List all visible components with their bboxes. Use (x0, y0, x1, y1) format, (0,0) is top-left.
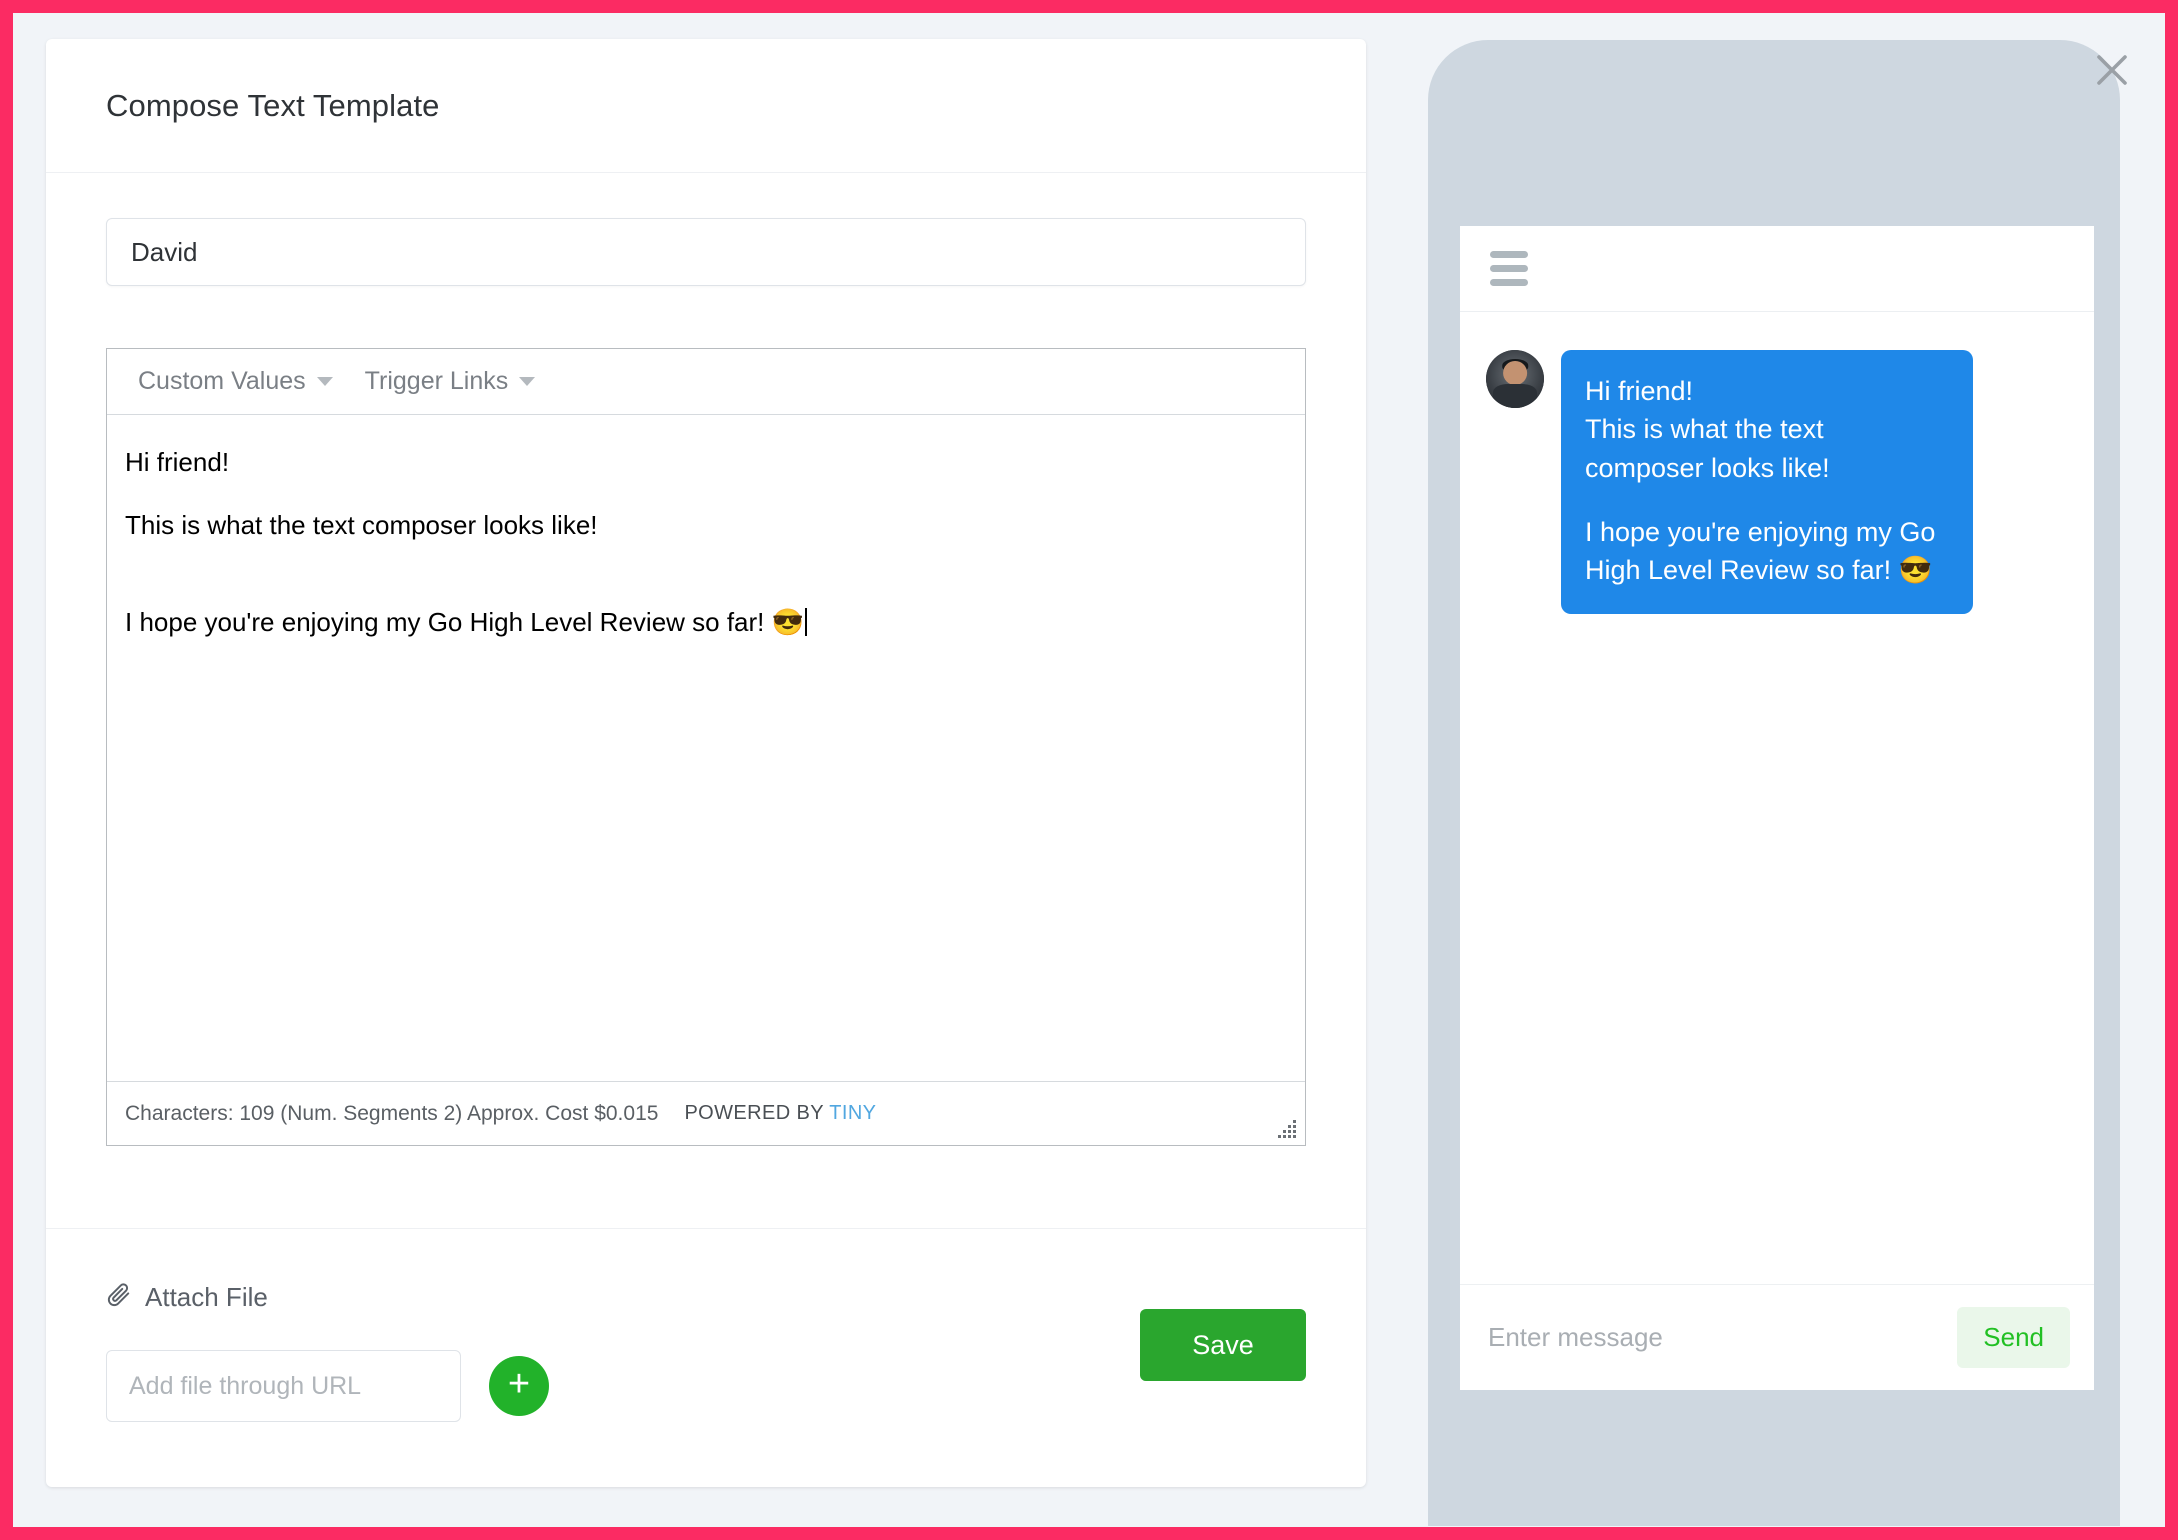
bubble-line-3: I hope you're enjoying my Go High Level … (1585, 516, 1936, 586)
message-bubble: Hi friend! This is what the text compose… (1561, 350, 1973, 614)
app-screen: Compose Text Template Custom Values Trig… (0, 0, 2178, 1540)
attach-file-label: Attach File (145, 1282, 268, 1312)
file-url-input[interactable] (106, 1350, 461, 1422)
close-icon (2093, 51, 2131, 89)
add-file-button[interactable]: + (489, 1356, 549, 1416)
custom-values-dropdown[interactable]: Custom Values (127, 363, 344, 400)
powered-by-label: POWERED BY TINY (684, 1102, 877, 1124)
trigger-links-dropdown[interactable]: Trigger Links (354, 363, 547, 400)
avatar (1486, 350, 1544, 408)
dialog-body: Custom Values Trigger Links Hi friend! T… (46, 173, 1366, 1229)
editor-status-bar: Characters: 109 (Num. Segments 2) Approx… (107, 1081, 1305, 1145)
send-button[interactable]: Send (1957, 1307, 2070, 1368)
editor-toolbar: Custom Values Trigger Links (107, 349, 1305, 415)
compose-text-template-dialog: Compose Text Template Custom Values Trig… (46, 39, 1366, 1487)
chat-message-row: Hi friend! This is what the text compose… (1486, 350, 2068, 614)
phone-top-bar (1460, 226, 2094, 312)
dialog-footer: Attach File + Save (46, 1229, 1366, 1487)
phone-preview-frame: Hi friend! This is what the text compose… (1428, 40, 2120, 1526)
character-count: Characters: 109 (Num. Segments 2) Approx… (125, 1101, 659, 1125)
text-cursor (805, 607, 807, 636)
editor-line-3: I hope you're enjoying my Go High Level … (125, 605, 1287, 640)
custom-values-label: Custom Values (138, 367, 306, 395)
close-dialog-button[interactable] (2087, 45, 2137, 95)
message-body-editor[interactable]: Hi friend! This is what the text compose… (107, 415, 1305, 1081)
tiny-link[interactable]: TINY (829, 1102, 876, 1124)
attach-file-button[interactable]: Attach File (106, 1281, 268, 1314)
dialog-header: Compose Text Template (46, 39, 1366, 173)
hamburger-menu-icon[interactable] (1490, 251, 1528, 286)
phone-message-bar: Send (1460, 1284, 2094, 1390)
chevron-down-icon (519, 377, 536, 386)
bubble-line-2: This is what the text composer looks lik… (1585, 414, 1830, 483)
save-button[interactable]: Save (1140, 1309, 1306, 1381)
paperclip-icon (106, 1281, 132, 1314)
attach-url-row: + (106, 1350, 1306, 1422)
page-title: Compose Text Template (106, 87, 440, 123)
chat-message-area: Hi friend! This is what the text compose… (1460, 312, 2094, 1284)
bubble-line-1: Hi friend! (1585, 376, 1694, 406)
phone-message-input[interactable] (1488, 1322, 1944, 1353)
editor-line-2: This is what the text composer looks lik… (125, 509, 598, 540)
template-name-input[interactable] (106, 218, 1306, 286)
editor-line-1: Hi friend! (125, 447, 230, 477)
resize-grip-icon[interactable] (1277, 1118, 1299, 1140)
phone-screen: Hi friend! This is what the text compose… (1460, 226, 2094, 1390)
chevron-down-icon (316, 377, 333, 386)
text-editor: Custom Values Trigger Links Hi friend! T… (106, 348, 1306, 1146)
trigger-links-label: Trigger Links (364, 367, 509, 395)
